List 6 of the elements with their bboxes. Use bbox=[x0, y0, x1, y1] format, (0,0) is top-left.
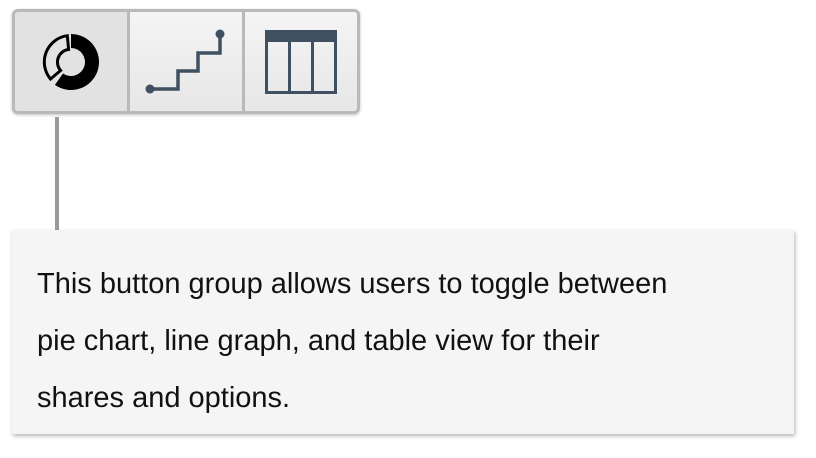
callout-text: This button group allows users to toggle between pie chart, line graph, and table view for their shares and options. bbox=[37, 267, 668, 416]
donut-chart-icon bbox=[41, 32, 101, 92]
table-view-button[interactable] bbox=[242, 12, 357, 111]
pie-view-button[interactable] bbox=[15, 12, 127, 111]
step-line-icon bbox=[145, 28, 227, 96]
line-view-button[interactable] bbox=[127, 12, 242, 111]
